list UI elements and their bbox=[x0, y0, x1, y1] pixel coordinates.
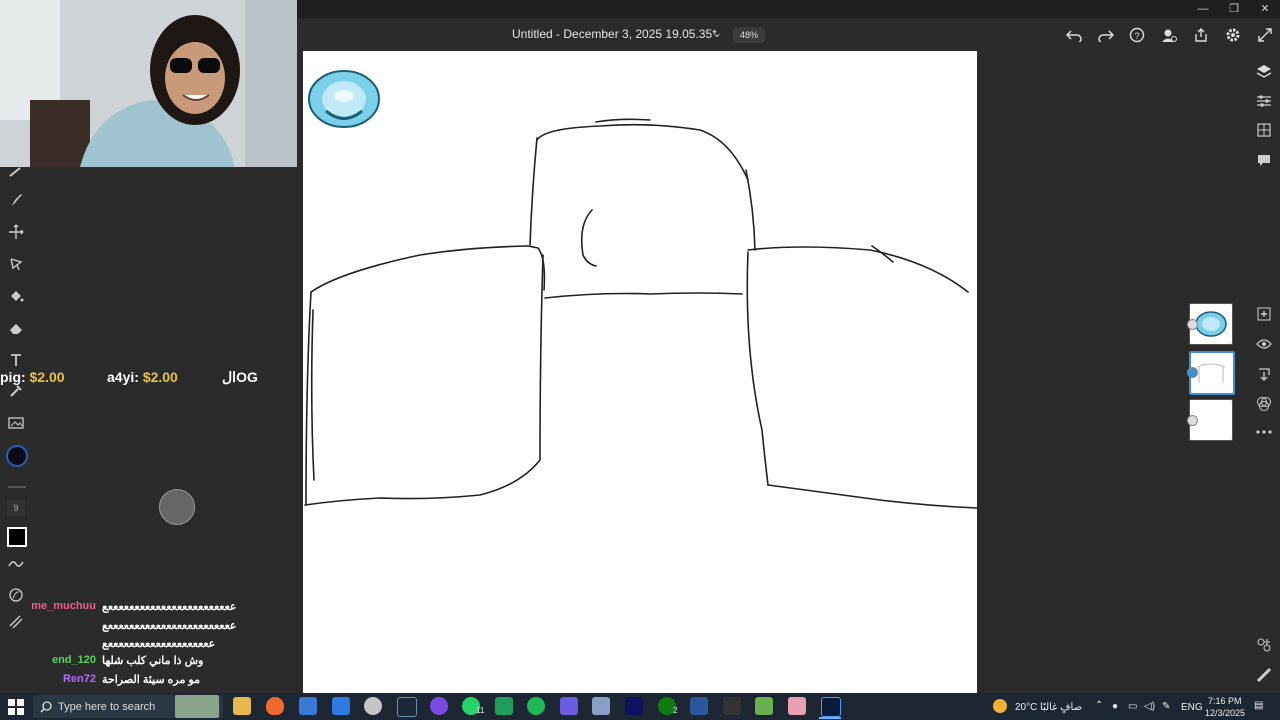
weather-temperature[interactable]: 20°C bbox=[1015, 702, 1037, 713]
language-indicator[interactable]: ENG bbox=[1181, 702, 1203, 713]
chat-username: me_muchuu bbox=[31, 600, 96, 612]
app-icon[interactable] bbox=[495, 697, 513, 715]
more-options-icon[interactable] bbox=[1255, 423, 1273, 441]
chat-text: ععععععععععععععععععععع bbox=[102, 638, 216, 650]
brush-preview bbox=[159, 489, 195, 525]
stabilizer-icon[interactable] bbox=[6, 612, 26, 632]
tray-chevron-icon[interactable]: ⌃ bbox=[1095, 700, 1103, 711]
chatgpt-icon[interactable] bbox=[364, 697, 382, 715]
search-icon bbox=[40, 700, 52, 718]
app-icon[interactable] bbox=[560, 697, 578, 715]
word-icon[interactable] bbox=[690, 697, 708, 715]
layer-visibility-dot[interactable] bbox=[1187, 319, 1198, 330]
zoom-level[interactable]: 48% bbox=[733, 27, 765, 43]
visibility-eye-icon[interactable] bbox=[1255, 335, 1273, 353]
webcam-overlay bbox=[0, 0, 297, 167]
brush-size-value[interactable]: 9 bbox=[7, 500, 25, 516]
collaborate-icon[interactable] bbox=[1160, 26, 1178, 44]
steam-icon[interactable] bbox=[397, 697, 417, 717]
whatsapp-badge: 11 bbox=[476, 706, 485, 715]
brush-tool-icon[interactable] bbox=[6, 190, 26, 210]
restore-button[interactable]: ❐ bbox=[1218, 0, 1250, 18]
merge-down-icon[interactable] bbox=[1255, 365, 1273, 383]
window-titlebar bbox=[297, 0, 1280, 18]
brush-stroke-icon[interactable] bbox=[6, 554, 26, 574]
fullscreen-icon[interactable] bbox=[1256, 26, 1274, 44]
chat-text: وش ذا ماني كلب شلها bbox=[102, 655, 204, 667]
smudge-tool-icon[interactable] bbox=[6, 162, 26, 182]
search-highlight-image bbox=[175, 695, 219, 718]
obs-icon[interactable] bbox=[430, 697, 448, 715]
microphone-icon[interactable]: ● bbox=[1112, 701, 1118, 712]
file-explorer-icon[interactable] bbox=[233, 697, 251, 715]
drawing-canvas[interactable] bbox=[303, 51, 977, 693]
donation-item: a4yi: $2.00 bbox=[107, 369, 178, 385]
app-icon[interactable] bbox=[592, 697, 610, 715]
xbox-badge: 2 bbox=[673, 706, 678, 715]
volume-icon[interactable]: ◁) bbox=[1144, 701, 1155, 712]
chat-text: ععععععععععععععععععععععععع bbox=[102, 601, 237, 613]
chat-text: مو مره سيئة الصراحة bbox=[102, 674, 200, 686]
layer-visibility-dot[interactable] bbox=[1187, 367, 1198, 378]
clock-time[interactable]: 7:16 PM bbox=[1208, 696, 1242, 706]
layer-visibility-dot[interactable] bbox=[1187, 415, 1198, 426]
network-icon[interactable]: ▭ bbox=[1128, 701, 1137, 712]
chat-text: ععععععععععععععععععععععععع bbox=[102, 620, 237, 632]
undo-icon[interactable] bbox=[1065, 26, 1083, 44]
move-tool-icon[interactable] bbox=[6, 222, 26, 242]
app-icon[interactable] bbox=[755, 697, 773, 715]
pen-icon[interactable]: ✎ bbox=[1162, 701, 1170, 712]
search-placeholder: Type here to search bbox=[58, 701, 156, 713]
store-icon[interactable] bbox=[299, 697, 317, 715]
notifications-icon[interactable]: ▤ bbox=[1254, 700, 1263, 711]
weather-description[interactable]: صافٍ غالبًا bbox=[1040, 702, 1082, 713]
tool-panel bbox=[0, 167, 302, 693]
lasso-tool-icon[interactable] bbox=[6, 254, 26, 274]
divider bbox=[8, 486, 26, 488]
svg-text:?: ? bbox=[1134, 31, 1139, 41]
grid-icon[interactable] bbox=[1255, 121, 1273, 139]
document-title[interactable]: Untitled - December 3, 2025 19.05.35* bbox=[512, 27, 717, 41]
eraser-tool-icon[interactable] bbox=[6, 318, 26, 338]
weather-icon[interactable] bbox=[993, 699, 1007, 713]
donation-item: pig: $2.00 bbox=[0, 369, 65, 385]
layers-icon[interactable] bbox=[1255, 62, 1273, 80]
close-button[interactable]: ✕ bbox=[1249, 0, 1280, 18]
comments-icon[interactable] bbox=[1255, 151, 1273, 169]
help-icon[interactable]: ? bbox=[1128, 26, 1146, 44]
pacifier-sticker bbox=[308, 70, 380, 128]
donation-item: الOG bbox=[222, 369, 258, 385]
minimize-button[interactable]: — bbox=[1187, 0, 1219, 18]
fill-bucket-icon[interactable] bbox=[6, 286, 26, 306]
settings-gear-icon[interactable] bbox=[1224, 26, 1242, 44]
app-icon[interactable] bbox=[625, 697, 643, 715]
spotify-icon[interactable] bbox=[527, 697, 545, 715]
chevron-down-icon[interactable]: ⌄ bbox=[712, 26, 722, 40]
app-icon[interactable] bbox=[332, 697, 350, 715]
image-import-icon[interactable] bbox=[6, 413, 26, 433]
color-picker-swatch[interactable] bbox=[6, 445, 28, 467]
xp-pen-icon[interactable] bbox=[723, 697, 741, 715]
chat-username: Ren72 bbox=[62, 673, 96, 685]
adjustments-icon[interactable] bbox=[1255, 92, 1273, 110]
active-app-indicator bbox=[819, 717, 841, 719]
brush-library-icon[interactable] bbox=[1255, 636, 1273, 654]
chat-username: end_120 bbox=[51, 654, 96, 666]
stroke-color-box[interactable] bbox=[7, 527, 27, 547]
text-tool-icon[interactable] bbox=[6, 350, 26, 370]
app-icon[interactable] bbox=[788, 697, 806, 715]
brave-browser-icon[interactable] bbox=[266, 697, 284, 715]
ruler-icon[interactable] bbox=[1255, 666, 1273, 684]
clock-date[interactable]: 12/3/2025 bbox=[1205, 708, 1245, 718]
fresco-icon[interactable] bbox=[821, 697, 841, 717]
share-icon[interactable] bbox=[1192, 26, 1210, 44]
windows-start-icon[interactable] bbox=[8, 699, 24, 715]
sketch-strokes bbox=[304, 118, 977, 509]
redo-icon[interactable] bbox=[1097, 26, 1115, 44]
blend-mode-icon[interactable] bbox=[1255, 394, 1273, 412]
add-layer-icon[interactable] bbox=[1255, 305, 1273, 323]
